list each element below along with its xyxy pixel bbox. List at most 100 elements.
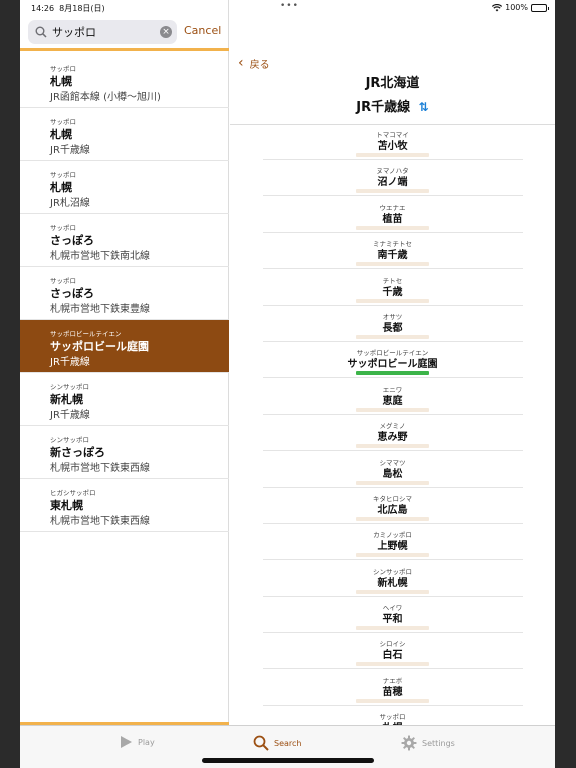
result-row[interactable]: ヒガシサッポロ 東札幌 札幌市営地下鉄東西線 (20, 479, 229, 532)
station-name: 南千歳 (377, 250, 408, 262)
station-track-bar (356, 626, 429, 631)
result-line: JR千歳線 (50, 357, 90, 368)
station-kana: ウエナエ (379, 203, 406, 212)
search-input[interactable] (52, 23, 162, 41)
station-item[interactable]: ヌマノハタ 沼ノ端 (230, 164, 555, 200)
station-separator (263, 632, 523, 634)
station-kana: シンサッポロ (373, 567, 412, 576)
station-item[interactable]: シンサッポロ 新札幌 (230, 565, 555, 601)
station-separator (263, 377, 523, 379)
station-separator (263, 268, 523, 270)
station-separator (263, 595, 523, 597)
station-item[interactable]: シロイシ 白石 (230, 637, 555, 673)
station-item[interactable]: サッポロビールテイエン サッポロビール庭園 (230, 346, 555, 382)
station-track-bar (356, 480, 429, 485)
station-item[interactable]: エニワ 恵庭 (230, 383, 555, 419)
station-item[interactable]: ミナミチトセ 南千歳 (230, 237, 555, 273)
line-title-row: JR千歳線 ⇅ (230, 96, 555, 115)
chevron-left-icon: ‹ (238, 55, 244, 71)
result-kana: サッポロビールテイエン (50, 330, 122, 338)
station-name: 苗穂 (382, 686, 403, 698)
result-kana: サッポロ (50, 171, 76, 179)
result-line: 札幌市営地下鉄東西線 (50, 516, 150, 527)
station-track-bar (356, 153, 429, 157)
tab-settings-label: Settings (422, 738, 455, 748)
result-row[interactable]: サッポロ 札幌 JR函館本線 (小樽〜旭川) (20, 55, 229, 108)
result-row[interactable]: サッポロ 札幌 JR千歳線 (20, 108, 229, 161)
station-item[interactable]: シママツ 島松 (230, 456, 555, 492)
result-row[interactable]: サッポロビールテイエン サッポロビール庭園 JR千歳線 (20, 320, 229, 373)
station-track-bar (356, 298, 429, 303)
station-separator (263, 340, 523, 342)
result-row[interactable]: サッポロ 札幌 JR札沼線 (20, 161, 229, 214)
station-separator (263, 559, 523, 561)
result-kana: サッポロ (50, 65, 76, 73)
station-track-bar (356, 371, 429, 376)
swap-direction-icon[interactable]: ⇅ (419, 100, 429, 114)
station-item[interactable]: メグミノ 恵み野 (230, 419, 555, 455)
result-name: 札幌 (50, 75, 72, 88)
station-kana: サッポロビールテイエン (356, 349, 429, 358)
station-list: トマコマイ 苫小牧 ヌマノハタ 沼ノ端 ウエナエ 植苗 ミナミチトセ 南千歳 チトセ 千歳 オサツ長… (230, 128, 555, 747)
result-name: 東札幌 (50, 499, 83, 512)
results-list: サッポロ 札幌 JR函館本線 (小樽〜旭川) サッポロ 札幌 JR千歳線 サッポロ 札幌 JR札… (20, 55, 229, 532)
result-line: 札幌市営地下鉄東西線 (50, 463, 150, 474)
station-item[interactable]: ウエナエ 植苗 (230, 201, 555, 237)
station-item[interactable]: ナエボ 苗穂 (230, 674, 555, 710)
line-detail-panel: ‹ 戻る JR北海道 JR千歳線 ⇅ トマコマイ 苫小牧 ヌマノハタ 沼ノ端 ウエナエ植… (230, 0, 555, 743)
result-row[interactable]: サッポロ さっぽろ 札幌市営地下鉄東豊線 (20, 267, 229, 320)
result-row[interactable]: サッポロ さっぽろ 札幌市営地下鉄南北線 (20, 214, 229, 267)
search-panel: × Cancel サッポロ札幌JR函館本線 (小樽〜旭川)サッポロ札幌JR千歳線… (20, 0, 229, 725)
station-kana: トマコマイ (376, 131, 409, 139)
station-track-bar (356, 262, 429, 267)
tab-play[interactable]: Play (120, 735, 155, 749)
result-name: 新さっぽろ (50, 446, 105, 459)
search-field[interactable]: × (28, 20, 177, 44)
station-kana: シロイシ (379, 640, 406, 649)
home-indicator (202, 758, 374, 763)
station-name: 沼ノ端 (377, 177, 408, 189)
station-kana: キタヒロシマ (373, 494, 412, 503)
clear-icon[interactable]: × (160, 26, 172, 38)
station-kana: オサツ (382, 312, 403, 321)
tab-search-label: Search (274, 738, 302, 748)
tab-settings[interactable]: Settings (401, 735, 455, 751)
result-line: JR札沼線 (50, 198, 90, 209)
play-icon (121, 736, 132, 748)
result-row[interactable]: シンサッポロ新さっぽろ札幌市営地下鉄東西線 (20, 426, 229, 479)
result-row[interactable]: シンサッポロ 新札幌 JR千歳線 (20, 373, 229, 426)
station-name: 長都 (382, 322, 403, 334)
back-button[interactable]: ‹ 戻る (238, 55, 270, 71)
divider (230, 124, 555, 125)
station-track-bar (356, 407, 429, 412)
station-track-bar (356, 553, 429, 558)
tab-play-label: Play (138, 737, 155, 747)
result-line: 札幌市営地下鉄南北線 (50, 251, 150, 262)
tab-search[interactable]: Search (253, 735, 301, 751)
gear-icon (401, 735, 417, 751)
station-kana: ミナミチトセ (373, 240, 412, 249)
station-track-bar (356, 662, 429, 667)
company-title: JR北海道 (365, 76, 420, 91)
search-icon (35, 26, 47, 38)
result-kana: シンサッポロ (50, 436, 89, 444)
app-screen: 14:26 8月18日(日) ••• 100% × Cancel サッポロ札幌J… (20, 0, 555, 768)
station-name: 上野幌 (377, 541, 408, 553)
station-item[interactable]: キタヒロシマ 北広島 (230, 492, 555, 528)
station-item[interactable]: ヘイワ 平和 (230, 601, 555, 637)
station-kana: メグミノ (379, 422, 406, 431)
station-name: サッポロビール庭園 (347, 359, 438, 371)
station-track-bar (356, 189, 429, 194)
station-item[interactable]: トマコマイ 苫小牧 (230, 128, 555, 164)
cancel-button[interactable]: Cancel (184, 24, 221, 37)
station-name: 苫小牧 (377, 141, 408, 152)
station-item[interactable]: チトセ 千歳 (230, 274, 555, 310)
line-title: JR千歳線 (356, 100, 411, 115)
station-kana: ヌマノハタ (376, 167, 409, 176)
back-label: 戻る (249, 59, 270, 71)
station-item[interactable]: オサツ 長都 (230, 310, 555, 346)
result-name: さっぽろ (50, 234, 94, 247)
station-name: 新札幌 (377, 577, 408, 589)
result-name: 新札幌 (50, 393, 83, 406)
station-item[interactable]: カミノッポロ 上野幌 (230, 528, 555, 564)
